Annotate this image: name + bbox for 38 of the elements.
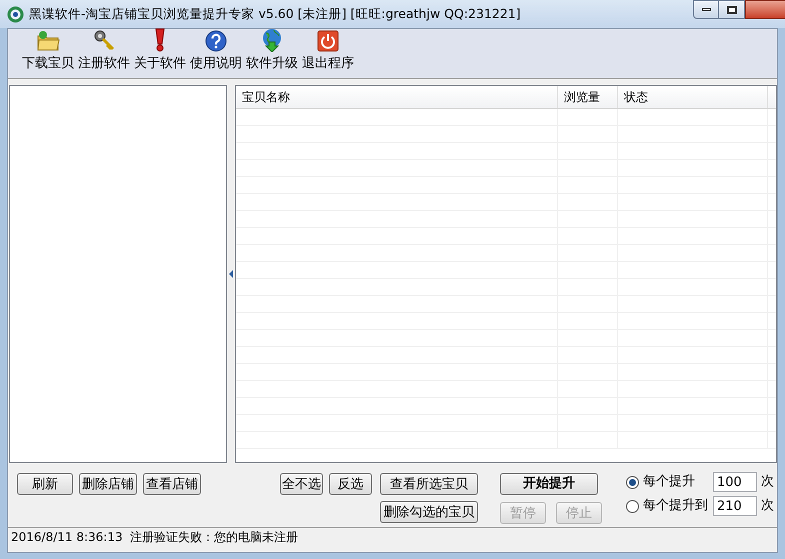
key-icon bbox=[92, 28, 116, 52]
toolbar-button[interactable]: 退出程序 bbox=[302, 28, 354, 73]
toolbar-action-button[interactable]: 删除店铺 bbox=[79, 473, 137, 495]
mode-label: 每个提升到 bbox=[643, 497, 709, 516]
help-icon bbox=[205, 30, 227, 52]
app-icon bbox=[7, 6, 24, 22]
toolbar-action-button[interactable]: 查看店铺 bbox=[143, 473, 201, 495]
column-header[interactable]: 浏览量 bbox=[558, 86, 618, 108]
close-button[interactable] bbox=[745, 0, 785, 19]
column-header[interactable]: 宝贝名称 bbox=[236, 86, 558, 108]
globe-icon bbox=[260, 28, 284, 52]
status-bar: 2016/8/11 8:36:13 注册验证失败：您的电脑未注册 bbox=[8, 527, 777, 546]
toolbar-button[interactable]: 下载宝贝 bbox=[22, 28, 74, 73]
toolbar-button[interactable]: 使用说明 bbox=[190, 28, 242, 73]
radio-button[interactable] bbox=[626, 500, 639, 512]
power-icon bbox=[317, 30, 339, 52]
splitter-arrow-icon[interactable] bbox=[228, 270, 234, 278]
count-field[interactable]: 210 bbox=[713, 496, 757, 516]
list-action-button[interactable]: 反选 bbox=[329, 473, 372, 495]
unit-label: 次 bbox=[761, 473, 774, 492]
mode-label: 每个提升 bbox=[643, 473, 696, 492]
list-action-button[interactable]: 全不选 bbox=[280, 473, 323, 495]
toolbar-button[interactable]: 注册软件 bbox=[78, 28, 130, 73]
toolbar-button[interactable]: 软件升级 bbox=[246, 28, 298, 73]
maximize-button[interactable] bbox=[719, 0, 745, 19]
folder-icon bbox=[36, 30, 60, 52]
toolbar-button[interactable]: 关于软件 bbox=[134, 28, 186, 73]
minimize-button[interactable] bbox=[693, 0, 719, 19]
toolbar-action-button[interactable]: 刷新 bbox=[17, 473, 73, 495]
exclamation-icon bbox=[154, 28, 166, 52]
delete-checked-button[interactable]: 删除勾选的宝贝 bbox=[380, 501, 478, 523]
unit-label: 次 bbox=[761, 497, 774, 516]
start-button[interactable]: 开始提升 bbox=[500, 473, 598, 495]
column-header[interactable]: 状态 bbox=[618, 86, 768, 108]
window-title: 黑谍软件-淘宝店铺宝贝浏览量提升专家 v5.60 [未注册] [旺旺:greathjw QQ:231221] bbox=[29, 4, 521, 23]
count-field[interactable]: 100 bbox=[713, 472, 757, 492]
radio-button[interactable] bbox=[626, 476, 639, 488]
list-action-button[interactable]: 查看所选宝贝 bbox=[380, 473, 478, 495]
